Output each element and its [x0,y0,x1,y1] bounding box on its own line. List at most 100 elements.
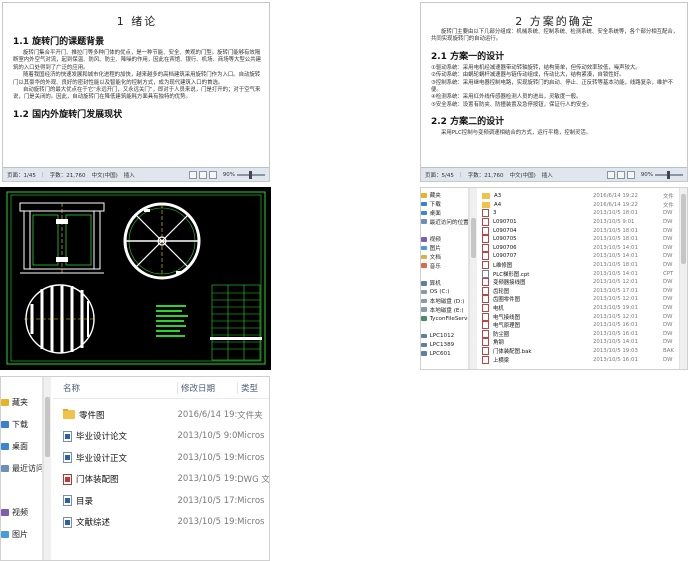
nav-item-label: 算机 [429,281,441,288]
file-name-cell: 电机 [478,304,593,313]
nav-item[interactable]: 藏夹 [1,391,42,413]
file-row[interactable]: L维修图 2013/10/5 18:01 DW [478,261,678,270]
file-row[interactable]: 电机 2013/10/5 19:01 DW [478,304,678,313]
web-layout-view-button[interactable] [208,170,217,179]
nav-item[interactable]: LPC601 [421,349,468,358]
file-row[interactable]: 电气原理图 2013/10/5 16:01 DW [478,321,678,330]
nav-item[interactable]: 图片 [421,244,468,253]
file-row[interactable]: 齿圈零件图 2013/10/5 12:01 DW [478,295,678,304]
nav-item[interactable]: LPC1389 [421,341,468,350]
nav-item[interactable]: 算机 [421,279,468,288]
page-count[interactable]: 页面：5/45 [425,171,454,179]
file-type: DW [663,210,673,217]
word-count[interactable]: 字数：21,760 [468,171,504,179]
column-header-type[interactable]: 类型 [238,382,268,394]
file-row[interactable]: L090701 2013/10/5 9:01 DW [478,218,678,227]
file-date: 2013/10/5 12:01 [593,279,638,286]
nav-item[interactable]: 桌面 [421,209,468,218]
web-layout-view-button[interactable] [626,170,635,179]
nav-item[interactable]: 下载 [1,413,42,435]
file-row[interactable]: 毕业设计正文 2013/10/5 19:01Micros [53,447,269,469]
cad-drawing-viewport[interactable] [0,187,271,370]
file-row[interactable]: L090705 2013/10/5 18:01 DW [478,235,678,244]
file-type: DW [663,330,673,337]
file-row[interactable]: 毕业设计论文 2013/10/5 9:01 Micros [53,426,269,448]
zoom-level[interactable]: 90% [641,172,653,178]
dwg-file-icon [482,295,489,304]
file-row[interactable]: 门体装配图.bak 2013/10/5 19:03 BAK [478,346,678,356]
nav-item[interactable]: 音乐 [421,261,468,270]
section-heading: 1.1 旋转门的课题背景 [13,37,105,47]
print-layout-view-button[interactable] [188,170,197,179]
word-count[interactable]: 字数：21,760 [50,171,86,179]
nav-item[interactable]: 文档 [421,253,468,262]
file-date: 2013/10/5 16:01 [593,330,638,337]
file-date: 2013/10/5 19:01 [177,452,238,463]
nav-item[interactable]: TyconFileServer [421,314,468,323]
print-layout-view-button[interactable] [606,170,615,179]
file-row[interactable]: 门体装配图 2013/10/5 19:01DWG 文 [53,469,269,491]
file-row[interactable]: 防尘圈 2013/10/5 16:01 DW [478,329,678,339]
page-count[interactable]: 页面：1/45 [7,171,36,179]
file-type: DW [663,322,673,329]
full-screen-view-button[interactable] [616,170,625,179]
file-type: Micros [237,431,265,442]
file-row[interactable]: 电气接线图 2013/10/5 12:01 DW [478,312,678,321]
file-type: 文件 [663,202,674,209]
navigation-scrollbar[interactable] [469,188,477,369]
computer-icon [421,281,427,286]
word-document-icon [63,495,72,507]
nav-item[interactable]: LPC1012 [421,332,468,341]
file-row[interactable]: L090704 2013/10/5 18:01 DW [478,226,678,235]
navigation-scrollbar[interactable] [43,377,51,560]
nav-item[interactable]: 图片 [1,523,42,545]
file-type: DW [663,253,673,260]
file-row[interactable]: 齿轮图 2013/10/5 17:01 DW [478,286,678,296]
body-paragraph: 随着我国经济的快速发展和城市化进程的加快，越来越多的高档建筑采用旋转门作为入口。… [13,72,261,86]
column-header-date[interactable]: 修改日期 [178,381,238,394]
view-buttons [188,170,217,179]
file-row[interactable]: PLC梯形图.cpt 2013/10/5 14:01 CPT [478,269,678,278]
file-list-scrollbar[interactable] [679,188,687,369]
file-row[interactable]: 3 2013/10/5 18:01 DW [478,209,678,218]
file-row[interactable]: 变频器接线图 2013/10/5 12:01 DW [478,278,678,287]
file-row[interactable]: 文献综述 2013/10/5 19:01Micros [53,512,269,534]
zoom-slider[interactable] [237,170,265,179]
nav-item-label: 视频 [429,237,441,244]
dwg-file-icon [482,338,489,347]
file-row[interactable]: 上横梁 2013/10/5 16:01 DW [478,355,678,364]
file-row[interactable]: A3 2016/6/14 19:22 文件 [478,192,678,201]
language[interactable]: 中文(中国) [509,171,535,179]
nav-item[interactable]: 视频 [1,501,42,523]
file-row[interactable]: A4 2016/6/14 19:22 文件 [478,201,678,210]
file-row[interactable]: L090706 2013/10/5 14:01 DW [478,243,678,253]
insert-mode[interactable]: 插入 [124,171,135,179]
file-name: 零件图 [79,410,105,421]
file-date: 2013/10/5 19:01 [177,474,238,485]
nav-item[interactable]: 最近访问的位置 [421,217,468,226]
nav-item[interactable]: 本地磁盘 (E:) [421,305,468,314]
nav-item[interactable]: 桌面 [1,435,42,457]
full-screen-view-button[interactable] [198,170,207,179]
language[interactable]: 中文(中国) [91,171,117,179]
desktop-icon [421,210,427,216]
file-row[interactable]: 零件图 2016/6/14 19:22文件夹 [53,404,269,426]
nav-item[interactable]: 本地磁盘 (D:) [421,297,468,306]
nav-item[interactable]: OS (C:) [421,288,468,297]
nav-item[interactable]: 视频 [421,235,468,244]
zoom-slider[interactable] [655,170,683,179]
insert-mode[interactable]: 插入 [542,171,553,179]
network-drive-icon [421,316,427,321]
column-header-name[interactable]: 名称 [53,381,178,394]
nav-item[interactable]: 下载 [421,200,468,209]
nav-item-label: LPC1012 [429,333,455,340]
file-row[interactable]: 角钢 2013/10/5 14:01 DW [478,338,678,347]
file-row[interactable]: 目录 2013/10/5 17:01Micros [53,490,269,512]
file-row[interactable]: L090707 2013/10/5 14:01 DW [478,252,678,261]
document-page: 1 绪论 1.1 旋转门的课题背景 旋转门集合平开门、推拉门等多种门体的优点，是… [3,3,269,167]
zoom-level[interactable]: 90% [223,172,235,178]
nav-item[interactable]: 最近访问的位置 [1,457,42,479]
file-name-cell: 毕业设计论文 [53,430,177,442]
nav-item[interactable]: 藏夹 [421,191,468,200]
